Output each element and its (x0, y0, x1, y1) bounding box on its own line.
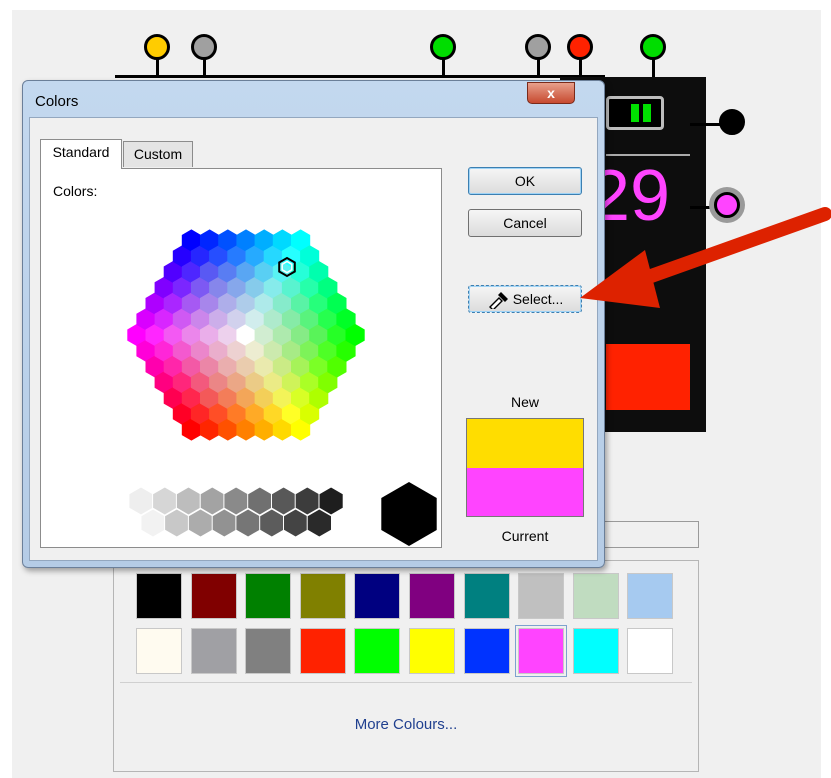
top-connector-node[interactable] (640, 34, 666, 60)
new-color-swatch (466, 418, 584, 468)
colors-dialog: Colors x Standard Custom Colors: OK Canc… (22, 80, 605, 568)
palette-swatch[interactable] (191, 628, 237, 674)
palette-swatch[interactable] (136, 573, 182, 619)
palette-swatch[interactable] (518, 573, 564, 619)
palette-swatch[interactable] (245, 628, 291, 674)
palette-swatch[interactable] (354, 573, 400, 619)
color-hex-cell[interactable] (345, 323, 365, 347)
device-red-indicator (606, 344, 690, 410)
top-connector-node[interactable] (144, 34, 170, 60)
current-color-swatch (466, 468, 584, 517)
palette-swatch[interactable] (573, 628, 619, 674)
ok-button[interactable]: OK (468, 167, 582, 195)
eyedropper-icon (488, 292, 508, 312)
palette-swatch[interactable] (573, 573, 619, 619)
right-connector-node[interactable] (719, 109, 745, 135)
palette-swatch[interactable] (300, 628, 346, 674)
connector-pin (537, 58, 540, 77)
select-button-label: Select... (512, 291, 564, 307)
annotation-arrow-icon (580, 207, 831, 308)
palette-swatch[interactable] (464, 573, 510, 619)
battery-icon (606, 96, 664, 130)
top-connector-node[interactable] (525, 34, 551, 60)
more-colours-link[interactable]: More Colours... (113, 716, 699, 733)
connector-pin (579, 58, 582, 77)
palette-swatch[interactable] (354, 628, 400, 674)
tab-standard[interactable]: Standard (40, 139, 122, 169)
connector-pin (203, 58, 206, 77)
connector-pin (156, 58, 159, 77)
connector-pin (442, 58, 445, 77)
black-hex-cell[interactable] (381, 482, 437, 546)
panel-header-bar (604, 521, 699, 548)
top-connector-node[interactable] (191, 34, 217, 60)
palette-swatch[interactable] (515, 625, 567, 677)
connector-pin (652, 58, 655, 77)
palette-swatch[interactable] (300, 573, 346, 619)
connector-wire (115, 75, 605, 78)
current-color-label: Current (501, 528, 549, 544)
palette-swatch[interactable] (409, 573, 455, 619)
new-color-label: New (510, 394, 539, 410)
top-connector-node[interactable] (567, 34, 593, 60)
top-connector-node[interactable] (430, 34, 456, 60)
palette-swatch[interactable] (136, 628, 182, 674)
palette-swatch[interactable] (464, 628, 510, 674)
palette-swatch[interactable] (627, 628, 673, 674)
panel-divider (120, 682, 692, 683)
palette-swatch[interactable] (627, 573, 673, 619)
palette-swatch[interactable] (409, 628, 455, 674)
palette-swatch[interactable] (191, 573, 237, 619)
right-connector-line (690, 123, 720, 126)
palette-swatch[interactable] (245, 573, 291, 619)
